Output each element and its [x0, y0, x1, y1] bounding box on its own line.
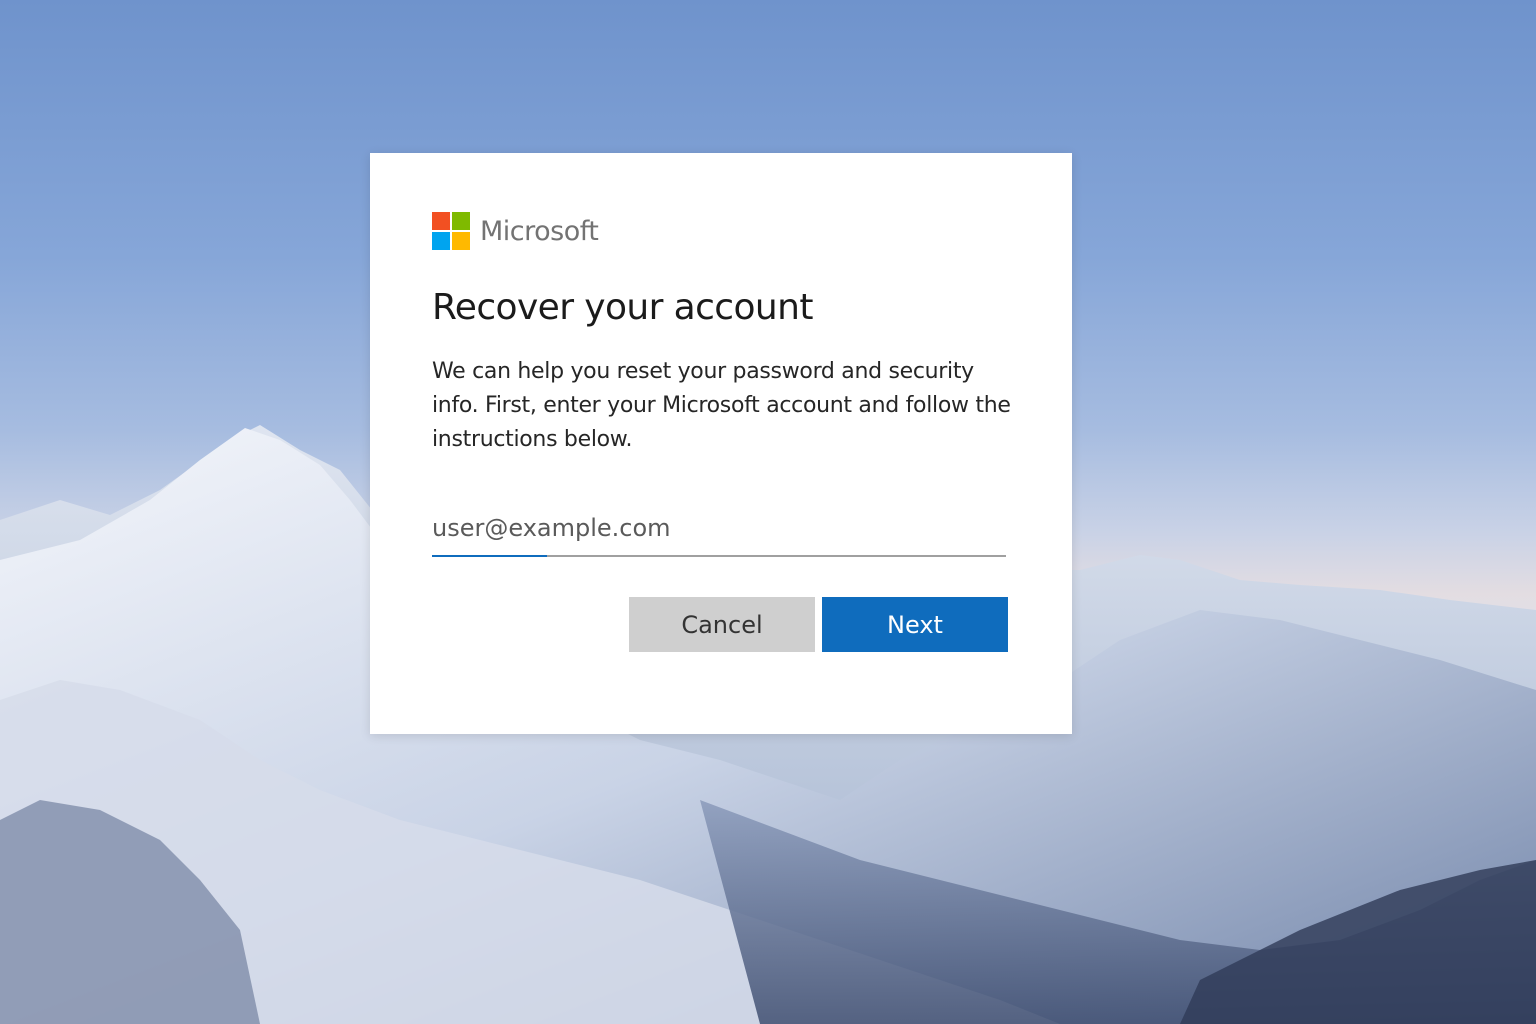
brand-name: Microsoft — [480, 216, 599, 247]
logo-square-yellow — [452, 232, 470, 250]
cancel-button[interactable]: Cancel — [629, 597, 815, 652]
brand-header: Microsoft — [432, 212, 599, 251]
page-title: Recover your account — [432, 287, 813, 328]
email-field-container — [432, 503, 1006, 557]
logo-square-green — [452, 212, 470, 230]
next-button[interactable]: Next — [822, 597, 1008, 652]
logo-square-blue — [432, 232, 450, 250]
page-description: We can help you reset your password and … — [432, 359, 1011, 452]
logo-square-red — [432, 212, 450, 230]
email-field-focus-indicator — [432, 555, 547, 557]
email-field[interactable] — [432, 503, 1006, 553]
microsoft-logo-icon — [432, 212, 471, 251]
recover-account-dialog: Microsoft Recover your account We can he… — [370, 153, 1072, 734]
desktop-background: Microsoft Recover your account We can he… — [0, 0, 1536, 1024]
